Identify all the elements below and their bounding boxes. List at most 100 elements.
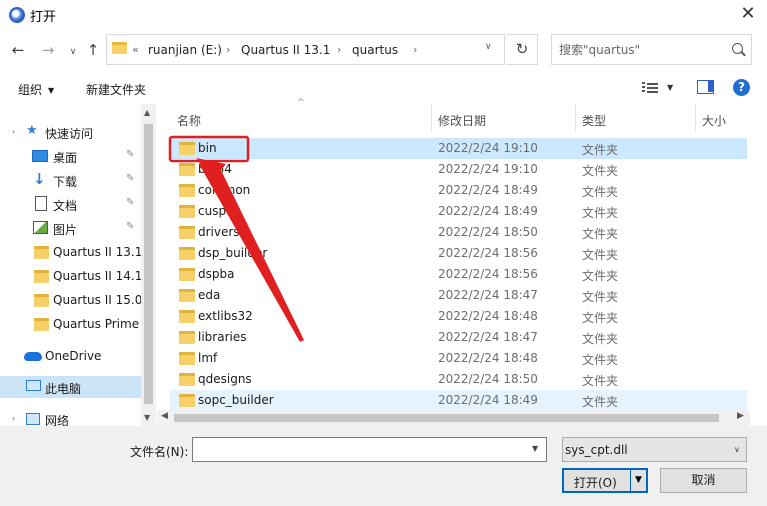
file-modified: 2022/2/24 19:10 [438,141,538,155]
file-row[interactable]: common 2022/2/24 18:49 文件夹 [170,180,747,201]
column-divider[interactable] [575,104,576,132]
filename-input[interactable] [197,441,517,458]
file-row[interactable]: dspba 2022/2/24 18:56 文件夹 [170,264,747,285]
chevron-down-icon[interactable]: › [12,127,15,136]
search-input[interactable] [559,41,724,59]
file-type: 文件夹 [582,185,619,199]
scroll-up-icon[interactable]: ▲ [144,108,150,117]
search-icon[interactable] [732,43,743,54]
file-type-select[interactable]: sys_cpt.dll ∨ [562,437,747,462]
column-header-modified[interactable]: 修改日期 [438,112,486,129]
column-divider[interactable] [431,104,432,132]
overflow-chevron-icon[interactable]: « [132,43,139,56]
forward-button[interactable]: → [39,40,57,60]
sort-ascending-icon: ^ [297,98,305,108]
column-header-size[interactable]: 大小 [702,112,726,129]
file-type: 文件夹 [582,374,619,388]
folder-icon [179,289,195,302]
file-row[interactable]: qdesigns 2022/2/24 18:50 文件夹 [170,369,747,390]
file-row[interactable]: eda 2022/2/24 18:47 文件夹 [170,285,747,306]
file-row[interactable]: extlibs32 2022/2/24 18:48 文件夹 [170,306,747,327]
breadcrumb-separator[interactable]: › [226,43,230,56]
address-bar[interactable]: « ruanjian (E:) › Quartus II 13.1 › quar… [106,34,505,65]
sidebar-item-network[interactable]: › 网络 [0,408,141,426]
recent-locations-chevron-icon[interactable]: ∨ [64,42,82,62]
column-divider[interactable] [695,104,696,132]
file-row[interactable]: sopc_builder 2022/2/24 18:49 文件夹 [170,390,747,411]
breadcrumb-quartus[interactable]: quartus [352,43,398,57]
new-folder-button[interactable]: 新建文件夹 [86,81,146,98]
sidebar-item-quartus-14[interactable]: Quartus II 14.1 [0,265,142,287]
folder-icon [179,310,195,323]
sidebar-item-pictures[interactable]: 图片 ✎ [0,217,141,239]
file-type: 文件夹 [582,290,619,304]
open-options-chevron-icon[interactable]: ▼ [630,470,646,491]
file-row[interactable]: dsp_builder 2022/2/24 18:56 文件夹 [170,243,747,264]
filename-label: 文件名(N): [130,445,189,459]
chevron-down-icon[interactable]: ∨ [734,445,740,454]
back-button[interactable]: ← [9,40,27,60]
sidebar-item-documents[interactable]: 文档 ✎ [0,193,141,215]
scrollbar-thumb[interactable] [144,124,153,404]
caret-down-icon: ▼ [48,86,55,95]
sidebar-item-quartus-prime[interactable]: Quartus Prime [0,313,141,335]
title-bar: 打开 ✕ [0,0,767,30]
file-modified: 2022/2/24 19:10 [438,162,538,176]
breadcrumb-drive[interactable]: ruanjian (E:) [148,43,222,57]
navigation-pane: › ★ 快速访问 桌面 ✎ ↓ 下载 ✎ 文档 ✎ 图片 ✎ Quartus I… [0,104,156,426]
chevron-down-icon[interactable]: ▼ [532,444,538,453]
file-type: 文件夹 [582,164,619,178]
file-row[interactable]: libraries 2022/2/24 18:47 文件夹 [170,327,747,348]
caret-down-icon[interactable]: ▼ [667,83,673,92]
column-header-type[interactable]: 类型 [582,112,606,129]
cancel-button[interactable]: 取消 [660,468,747,493]
help-icon[interactable]: ? [733,79,750,96]
file-row[interactable]: lmf 2022/2/24 18:48 文件夹 [170,348,747,369]
file-row[interactable]: drivers 2022/2/24 18:50 文件夹 [170,222,747,243]
sidebar-item-onedrive[interactable]: OneDrive [0,345,141,367]
sidebar-item-quartus-13[interactable]: Quartus II 13.1 [0,241,142,263]
open-button[interactable]: 打开(O) ▼ [562,468,648,493]
file-row[interactable]: cusp 2022/2/24 18:49 文件夹 [170,201,747,222]
file-name: cusp [198,204,227,218]
organize-button[interactable]: 组织 ▼ [18,81,54,98]
sidebar-scrollbar[interactable]: ▲ ▼ [141,104,156,426]
breadcrumb-separator[interactable]: › [413,43,417,56]
sidebar-item-label: 网络 [45,414,70,426]
folder-icon [34,294,49,307]
file-type: 文件夹 [582,248,619,262]
file-name: drivers [198,225,240,239]
file-row[interactable]: bin64 2022/2/24 19:10 文件夹 [170,159,747,180]
file-modified: 2022/2/24 18:56 [438,267,538,281]
folder-icon [179,205,195,218]
scroll-right-icon[interactable]: ▶ [737,411,744,421]
refresh-button[interactable]: ↻ [507,34,538,65]
address-dropdown-icon[interactable]: ∨ [485,42,492,52]
filename-field[interactable]: ▼ [192,437,547,462]
horizontal-scrollbar[interactable]: ◀ ▶ [157,410,750,426]
sidebar-item-this-pc[interactable]: 此电脑 [0,376,141,398]
file-name: libraries [198,330,247,344]
preview-pane-icon[interactable] [697,80,714,94]
scroll-down-icon[interactable]: ▼ [144,413,150,422]
sidebar-item-label: 下载 [53,175,78,189]
window-title: 打开 [30,10,57,25]
sidebar-item-quick-access[interactable]: › ★ 快速访问 [0,121,141,143]
sidebar-item-downloads[interactable]: ↓ 下载 ✎ [0,169,141,191]
breadcrumb-quartus-ii[interactable]: Quartus II 13.1 [241,43,330,57]
sidebar-item-quartus-15[interactable]: Quartus II 15.0 [0,289,142,311]
scrollbar-thumb[interactable] [174,414,719,422]
file-type: 文件夹 [582,332,619,346]
scroll-left-icon[interactable]: ◀ [161,411,168,421]
sidebar-item-desktop[interactable]: 桌面 ✎ [0,145,141,167]
column-header-name[interactable]: 名称 [177,112,201,129]
up-folder-button[interactable]: ↑ [84,40,102,60]
file-row[interactable]: bin 2022/2/24 19:10 文件夹 [170,138,747,159]
pin-icon: ✎ [126,197,135,208]
file-modified: 2022/2/24 18:50 [438,372,538,386]
chevron-right-icon[interactable]: › [12,414,15,423]
view-options-icon[interactable] [642,81,658,95]
search-box[interactable] [551,34,752,65]
close-button[interactable]: ✕ [731,3,765,27]
breadcrumb-separator[interactable]: › [337,43,341,56]
